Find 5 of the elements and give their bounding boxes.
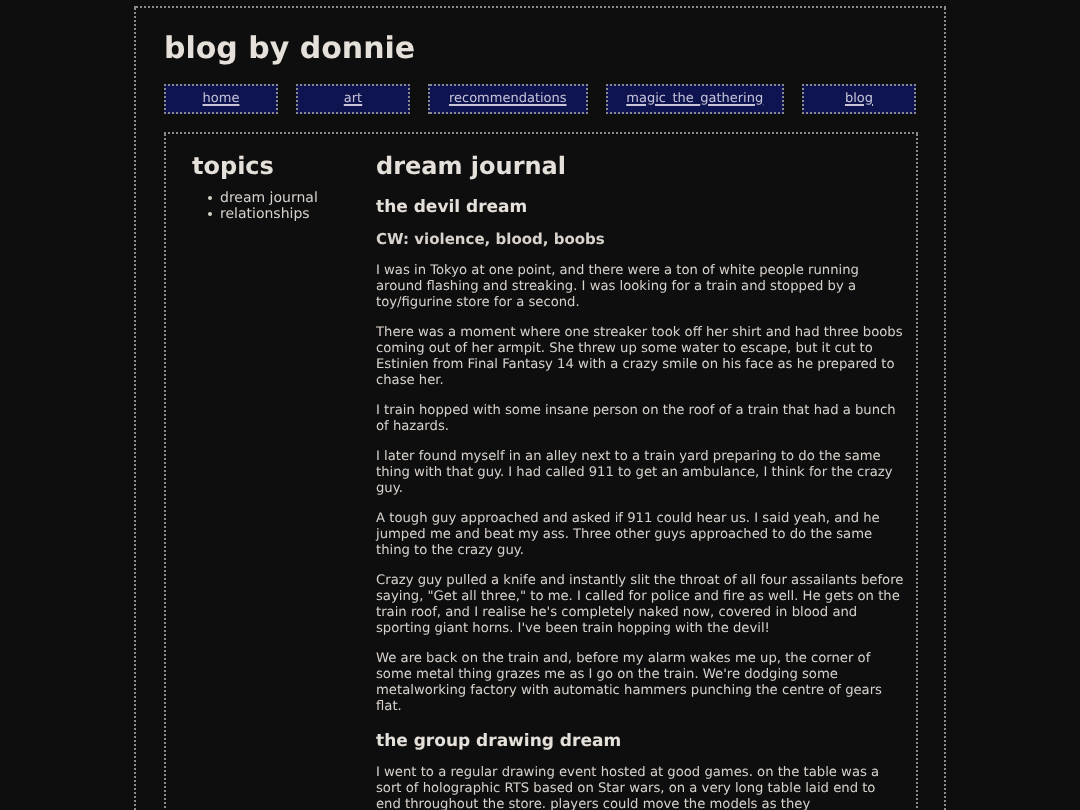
site-title: blog by donnie bbox=[164, 28, 418, 68]
post-title: the devil dream bbox=[376, 196, 530, 222]
sidebar-title: topics bbox=[192, 150, 276, 182]
page-heading: dream journal bbox=[376, 150, 568, 182]
post-title: the group drawing dream bbox=[376, 730, 624, 756]
